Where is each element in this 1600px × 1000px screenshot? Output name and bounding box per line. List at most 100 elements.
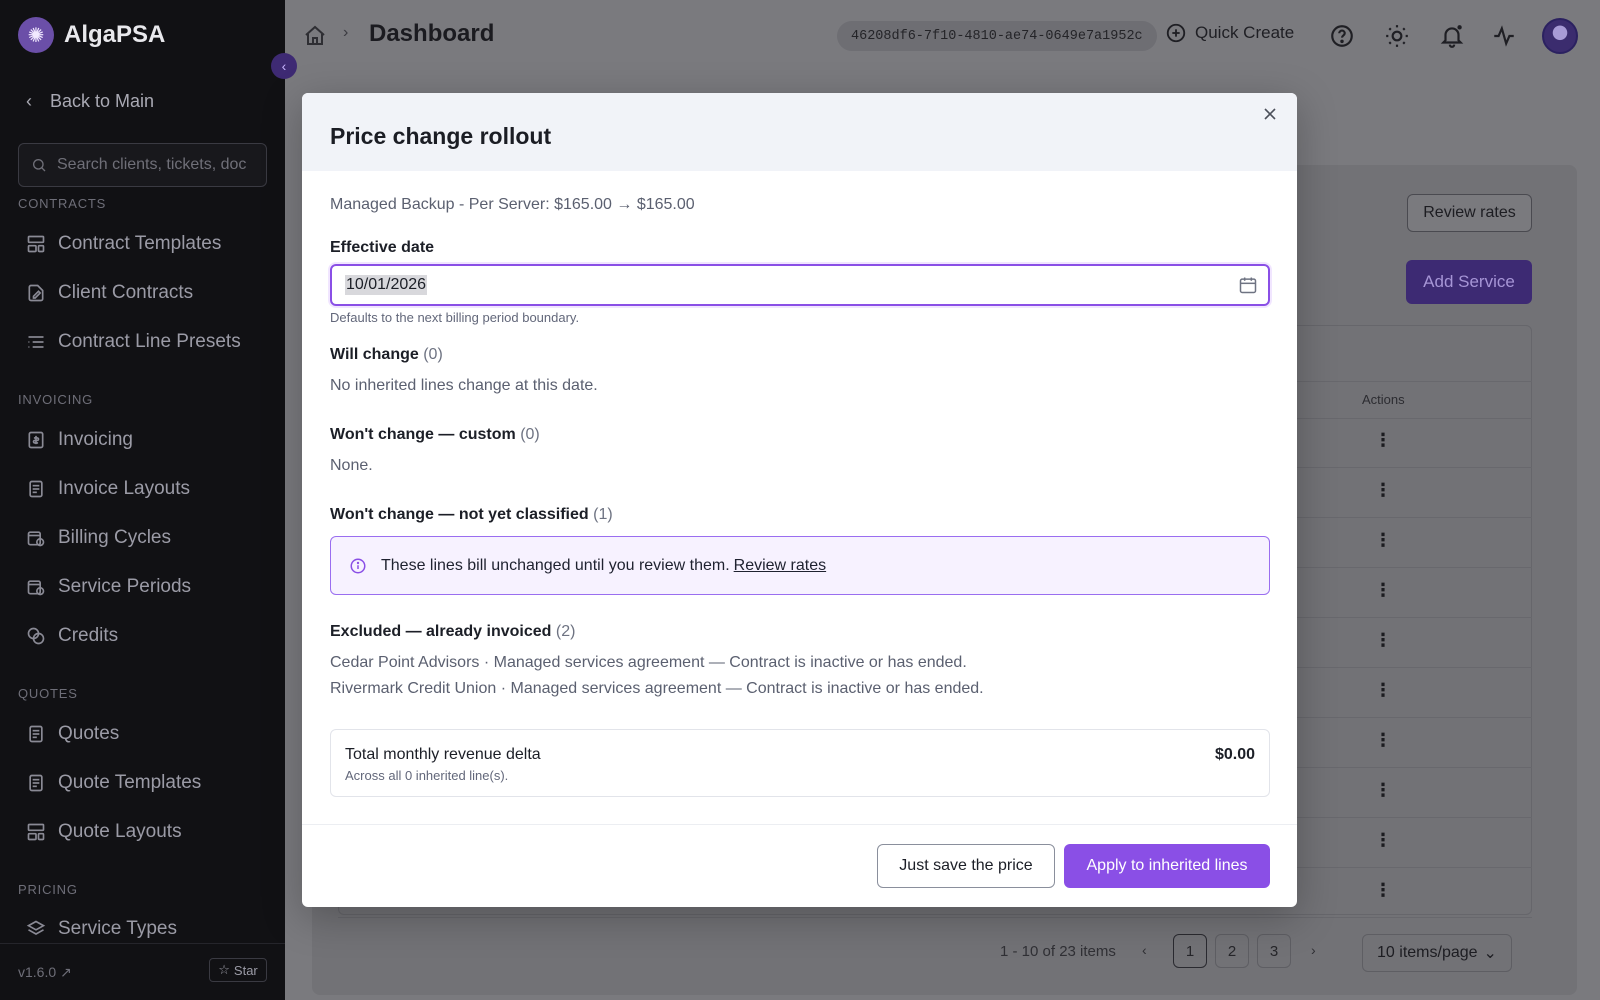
layout-template-icon bbox=[26, 234, 46, 254]
row-actions-icon[interactable]: ⋮ bbox=[1374, 730, 1392, 751]
effective-date-input[interactable]: 10/01/2026 bbox=[330, 264, 1270, 306]
sidebar-item-label: Quote Layouts bbox=[58, 821, 182, 842]
row-actions-icon[interactable]: ⋮ bbox=[1374, 880, 1392, 901]
chevron-left-icon: ‹ bbox=[281, 58, 287, 74]
section-quotes: QUOTES bbox=[18, 686, 78, 701]
tenant-id-badge[interactable]: 46208df6-7f10-4810-ae74-0649e7a1952c bbox=[837, 21, 1157, 51]
excluded-heading: Excluded — already invoiced (2) bbox=[330, 623, 575, 641]
actions-column-header: Actions bbox=[1362, 392, 1405, 407]
document-icon bbox=[26, 724, 46, 744]
table-divider bbox=[338, 917, 1532, 918]
file-pen-icon bbox=[26, 283, 46, 303]
document-icon bbox=[26, 479, 46, 499]
chevron-left-icon[interactable]: ‹ bbox=[1142, 942, 1147, 958]
apply-to-inherited-lines-button[interactable]: Apply to inherited lines bbox=[1064, 844, 1270, 888]
revenue-delta-value: $0.00 bbox=[1214, 746, 1255, 763]
sidebar-item-service-periods[interactable]: Service Periods bbox=[26, 576, 191, 598]
sidebar-item-invoice-layouts[interactable]: Invoice Layouts bbox=[26, 478, 190, 500]
review-rates-link[interactable]: Review rates bbox=[734, 557, 826, 574]
row-actions-icon[interactable]: ⋮ bbox=[1374, 480, 1392, 501]
wont-change-custom-text: None. bbox=[330, 457, 373, 474]
calendar-icon[interactable] bbox=[1238, 275, 1258, 295]
just-save-price-button[interactable]: Just save the price bbox=[877, 844, 1055, 888]
unclassified-notice-text: These lines bill unchanged until you rev… bbox=[381, 557, 826, 575]
plus-circle-icon bbox=[1166, 23, 1186, 43]
row-actions-icon[interactable]: ⋮ bbox=[1374, 630, 1392, 651]
github-star-button[interactable]: ☆ Star bbox=[209, 958, 267, 982]
wont-change-custom-title: Won't change — custom bbox=[330, 426, 516, 443]
row-actions-icon[interactable]: ⋮ bbox=[1374, 530, 1392, 551]
sidebar-item-contract-templates[interactable]: Contract Templates bbox=[26, 233, 221, 255]
document-icon bbox=[26, 773, 46, 793]
revenue-delta-summary: Total monthly revenue delta Across all 0… bbox=[330, 729, 1270, 797]
back-to-main-label: Back to Main bbox=[50, 91, 155, 111]
section-invoicing: INVOICING bbox=[18, 392, 94, 407]
dialog-footer: Just save the price Apply to inherited l… bbox=[302, 824, 1297, 907]
quick-create-label: Quick Create bbox=[1195, 23, 1295, 42]
review-rates-button[interactable]: Review rates bbox=[1407, 194, 1532, 232]
sidebar-item-label: Service Types bbox=[58, 918, 177, 939]
effective-date-label: Effective date bbox=[330, 239, 435, 256]
pagination-summary: 1 - 10 of 23 items bbox=[1000, 943, 1116, 960]
excluded-title: Excluded — already invoiced bbox=[330, 623, 552, 640]
revenue-delta-label: Total monthly revenue delta bbox=[345, 746, 541, 763]
row-actions-icon[interactable]: ⋮ bbox=[1374, 680, 1392, 701]
dollar-file-icon bbox=[26, 430, 46, 450]
items-per-page-select[interactable]: 10 items/page ⌄ bbox=[1362, 934, 1512, 972]
user-avatar[interactable] bbox=[1542, 18, 1578, 54]
row-actions-icon[interactable]: ⋮ bbox=[1374, 830, 1392, 851]
row-actions-icon[interactable]: ⋮ bbox=[1374, 430, 1392, 451]
sidebar-item-contract-line-presets[interactable]: Contract Line Presets bbox=[26, 331, 241, 353]
brand[interactable]: ✺ AlgaPSA bbox=[18, 17, 165, 53]
sidebar-item-quote-templates[interactable]: Quote Templates bbox=[26, 772, 201, 794]
excluded-count: (2) bbox=[555, 623, 576, 640]
sidebar-item-client-contracts[interactable]: Client Contracts bbox=[26, 282, 193, 304]
quick-create-button[interactable]: Quick Create bbox=[1165, 22, 1294, 44]
section-pricing: PRICING bbox=[18, 882, 78, 897]
add-service-button[interactable]: Add Service bbox=[1406, 260, 1532, 304]
dialog-header: Price change rollout bbox=[302, 93, 1297, 171]
row-actions-icon[interactable]: ⋮ bbox=[1374, 780, 1392, 801]
version-link[interactable]: v1.6.0 ↗ bbox=[18, 964, 72, 981]
sidebar-item-service-types[interactable]: Service Types bbox=[26, 918, 177, 940]
notice-message: These lines bill unchanged until you rev… bbox=[381, 556, 730, 574]
help-icon[interactable] bbox=[1329, 23, 1355, 49]
sun-icon[interactable] bbox=[1384, 23, 1410, 49]
activity-icon[interactable] bbox=[1491, 23, 1517, 49]
sidebar-item-credits[interactable]: Credits bbox=[26, 625, 118, 647]
page-button-3[interactable]: 3 bbox=[1257, 934, 1291, 968]
wont-change-unclassified-title: Won't change — not yet classified bbox=[330, 506, 589, 523]
price-change-rollout-dialog: Price change rollout Managed Backup - Pe… bbox=[302, 93, 1297, 907]
page-title: Dashboard bbox=[369, 20, 495, 47]
items-per-page-label: 10 items/page bbox=[1377, 944, 1478, 961]
will-change-text: No inherited lines change at this date. bbox=[330, 377, 598, 394]
back-to-main-link[interactable]: ‹ Back to Main bbox=[26, 91, 154, 112]
section-contracts: CONTRACTS bbox=[18, 196, 107, 211]
will-change-title: Will change bbox=[330, 346, 419, 363]
sidebar-item-quotes[interactable]: Quotes bbox=[26, 723, 119, 745]
wont-change-unclassified-heading: Won't change — not yet classified (1) bbox=[330, 506, 613, 524]
sidebar-collapse-button[interactable]: ‹ bbox=[271, 53, 297, 79]
sidebar-item-invoicing[interactable]: Invoicing bbox=[26, 429, 133, 451]
chevron-right-icon[interactable]: › bbox=[1311, 942, 1316, 958]
sidebar-item-label: Billing Cycles bbox=[58, 527, 171, 548]
sidebar-item-label: Invoicing bbox=[58, 429, 133, 450]
sidebar-search-input[interactable]: Search clients, tickets, doc bbox=[18, 143, 267, 187]
search-placeholder: Search clients, tickets, doc bbox=[57, 156, 247, 173]
sidebar-item-billing-cycles[interactable]: Billing Cycles bbox=[26, 527, 171, 549]
sidebar-item-quote-layouts[interactable]: Quote Layouts bbox=[26, 821, 182, 843]
chevron-down-icon: ⌄ bbox=[1483, 945, 1497, 962]
page-button-2[interactable]: 2 bbox=[1215, 934, 1249, 968]
sidebar-item-label: Quote Templates bbox=[58, 772, 202, 793]
will-change-count: (0) bbox=[423, 346, 443, 363]
list-icon bbox=[26, 332, 46, 352]
page-button-1[interactable]: 1 bbox=[1173, 934, 1207, 968]
close-button[interactable] bbox=[1259, 103, 1281, 125]
wont-change-unclassified-count: (1) bbox=[593, 506, 613, 523]
sidebar-item-label: Contract Line Presets bbox=[58, 331, 241, 352]
row-actions-icon[interactable]: ⋮ bbox=[1374, 580, 1392, 601]
bell-icon[interactable] bbox=[1439, 23, 1465, 49]
home-icon[interactable] bbox=[303, 24, 327, 48]
excluded-line: Rivermark Credit Union · Managed service… bbox=[330, 680, 984, 697]
top-header: › Dashboard 46208df6-7f10-4810-ae74-0649… bbox=[285, 0, 1600, 72]
